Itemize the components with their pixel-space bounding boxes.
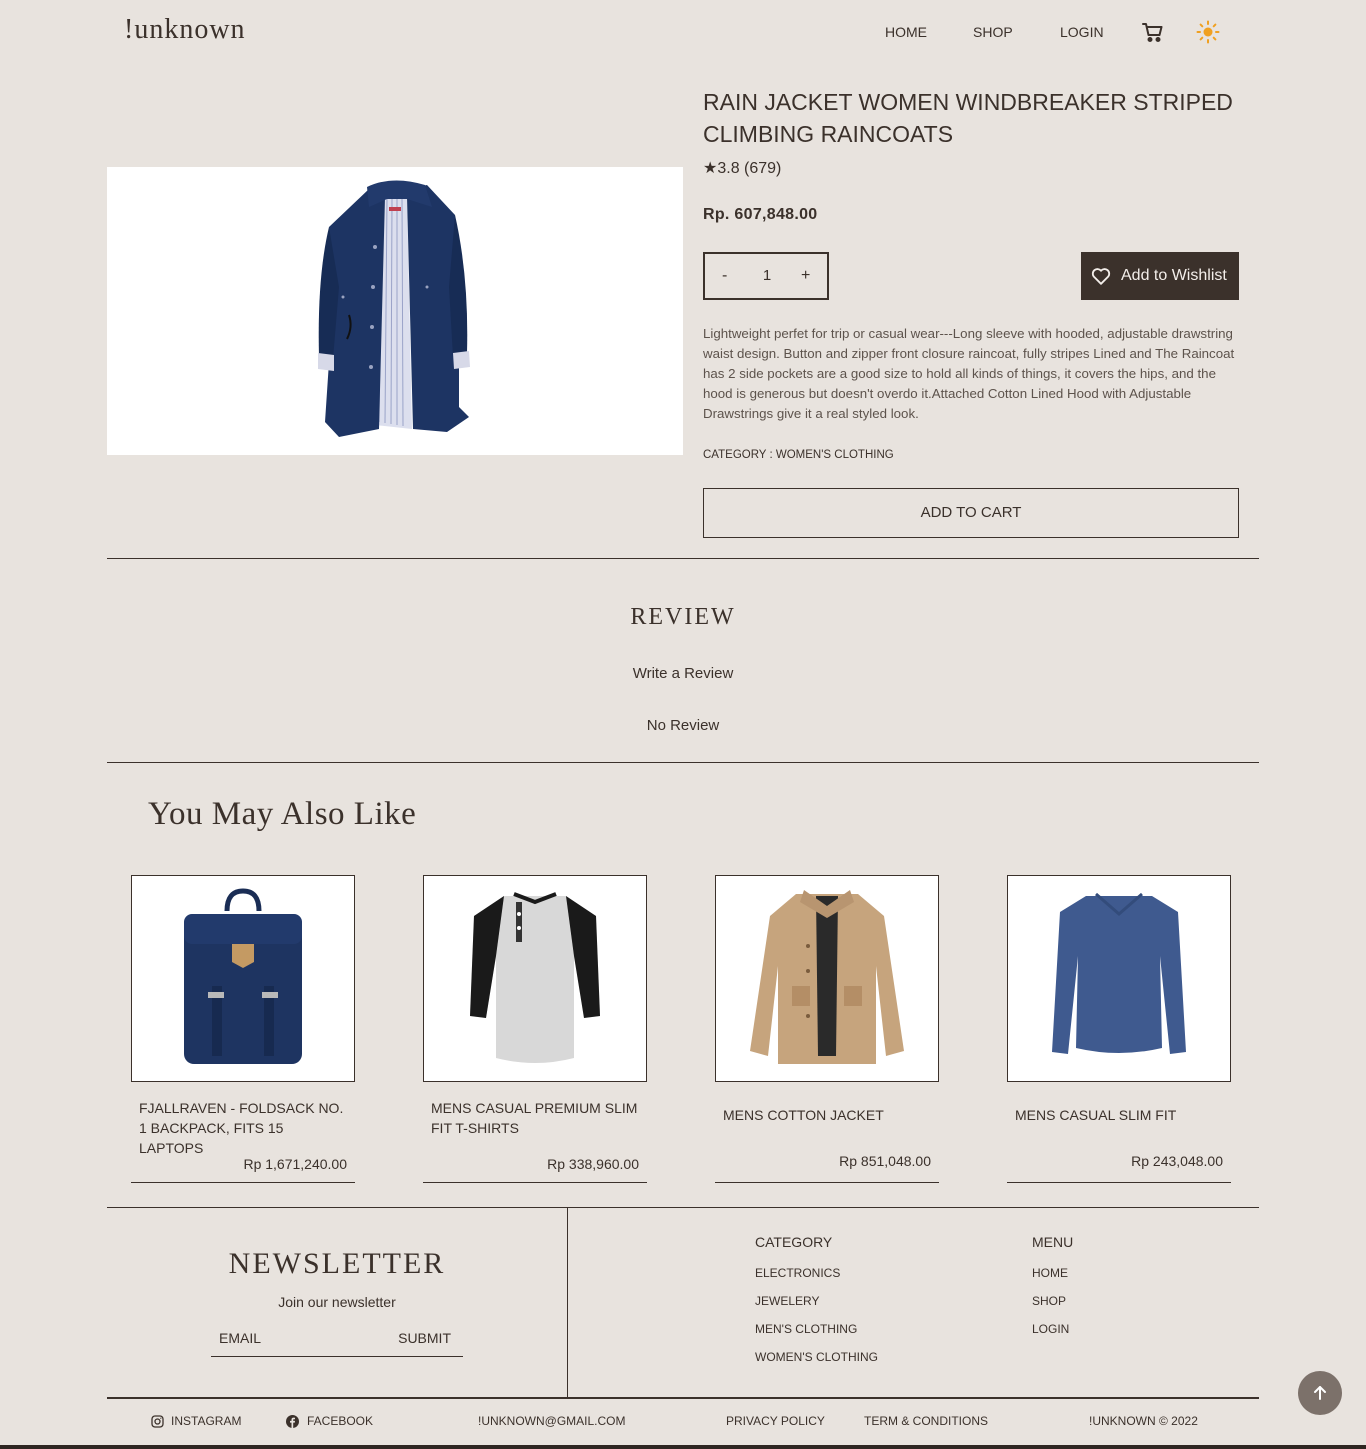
footer-link-jewelery[interactable]: JEWELERY <box>755 1294 819 1308</box>
cotton-jacket-image <box>750 890 904 1064</box>
arrow-up-icon <box>1314 1386 1326 1400</box>
footer-link-login[interactable]: LOGIN <box>1032 1322 1069 1336</box>
page-bottom-edge <box>0 1445 1366 1449</box>
product-image <box>107 167 683 455</box>
nav-login[interactable]: LOGIN <box>1060 24 1104 40</box>
newsletter-title: NEWSLETTER <box>228 1247 446 1280</box>
email-field[interactable]: EMAIL <box>219 1330 261 1346</box>
newsletter-subtitle: Join our newsletter <box>278 1294 396 1310</box>
slim-fit-shirt-image <box>1052 892 1186 1054</box>
nav-shop[interactable]: SHOP <box>973 24 1013 40</box>
raincoat-image <box>318 180 470 437</box>
newsletter-form: EMAIL SUBMIT <box>211 1324 463 1357</box>
footer-divider <box>107 1207 1259 1208</box>
footer-link-home[interactable]: HOME <box>1032 1266 1068 1280</box>
terms-link[interactable]: TERM & CONDITIONS <box>864 1414 988 1428</box>
product-card-image[interactable] <box>423 875 647 1082</box>
sun-icon[interactable] <box>1196 20 1220 44</box>
product-card-name[interactable]: MENS CASUAL PREMIUM SLIM FIT T-SHIRTS <box>431 1098 641 1138</box>
footer-category-heading: CATEGORY <box>755 1234 833 1250</box>
divider <box>107 558 1259 559</box>
product-title: RAIN JACKET WOMEN WINDBREAKER STRIPED CL… <box>703 89 1233 147</box>
divider <box>107 762 1259 763</box>
top-nav: !unknown HOME SHOP LOGIN <box>0 0 1366 64</box>
product-description: Lightweight perfet for trip or casual we… <box>703 326 1235 421</box>
footer-link-electronics[interactable]: ELECTRONICS <box>755 1266 840 1280</box>
contact-email-link[interactable]: !UNKNOWN@GMAIL.COM <box>478 1414 626 1428</box>
heart-icon <box>1090 265 1112 287</box>
scroll-to-top-button[interactable] <box>1298 1371 1342 1415</box>
product-card-image[interactable] <box>131 875 355 1082</box>
footer-link-mens-clothing[interactable]: MEN'S CLOTHING <box>755 1322 857 1336</box>
privacy-policy-link[interactable]: PRIVACY POLICY <box>726 1414 825 1428</box>
product-rating: ★3.8 (679) <box>703 160 782 177</box>
site-logo[interactable]: !unknown <box>124 14 246 46</box>
footer-link-womens-clothing[interactable]: WOMEN'S CLOTHING <box>755 1350 878 1364</box>
product-card[interactable]: MENS COTTON JACKET Rp 851,048.00 <box>715 875 939 1183</box>
product-card[interactable]: MENS CASUAL PREMIUM SLIM FIT T-SHIRTS Rp… <box>423 875 647 1183</box>
product-card[interactable]: MENS CASUAL SLIM FIT Rp 243,048.00 <box>1007 875 1231 1183</box>
product-card[interactable]: FJALLRAVEN - FOLDSACK NO. 1 BACKPACK, FI… <box>131 875 355 1183</box>
product-price: Rp. 607,848.00 <box>703 206 818 223</box>
footer-menu-heading: MENU <box>1032 1234 1074 1250</box>
facebook-link[interactable]: FACEBOOK <box>307 1414 373 1428</box>
product-card-image[interactable] <box>1007 875 1231 1082</box>
nav-home[interactable]: HOME <box>885 24 927 40</box>
review-title: REVIEW <box>630 604 736 630</box>
product-card-price: Rp 338,960.00 <box>547 1156 639 1172</box>
write-review-link[interactable]: Write a Review <box>0 665 1366 682</box>
increase-quantity-button[interactable]: + <box>801 267 810 285</box>
product-card-price: Rp 243,048.00 <box>1131 1153 1223 1169</box>
product-card-name[interactable]: FJALLRAVEN - FOLDSACK NO. 1 BACKPACK, FI… <box>139 1098 349 1158</box>
no-review-text: No Review <box>646 717 720 734</box>
product-category: CATEGORY : WOMEN'S CLOTHING <box>703 449 894 461</box>
add-to-cart-button[interactable]: ADD TO CART <box>703 488 1239 538</box>
product-card-price: Rp 1,671,240.00 <box>243 1156 347 1172</box>
product-card-price: Rp 851,048.00 <box>839 1153 931 1169</box>
add-to-wishlist-button[interactable]: Add to Wishlist <box>1081 252 1239 300</box>
backpack-image <box>184 888 302 1064</box>
related-title: You May Also Like <box>148 796 417 832</box>
cart-icon[interactable] <box>1141 20 1165 44</box>
quantity-stepper: - 1 + <box>703 252 829 300</box>
footer-bottom-bar: INSTAGRAM FACEBOOK !UNKNOWN@GMAIL.COM PR… <box>0 1398 1366 1449</box>
decrease-quantity-button[interactable]: - <box>722 267 727 285</box>
instagram-icon[interactable] <box>151 1415 164 1428</box>
tshirt-image <box>470 892 600 1063</box>
product-card-name[interactable]: MENS CASUAL SLIM FIT <box>1015 1105 1225 1125</box>
instagram-link[interactable]: INSTAGRAM <box>171 1414 241 1428</box>
footer-column-divider <box>567 1208 568 1398</box>
submit-button[interactable]: SUBMIT <box>398 1330 451 1346</box>
facebook-icon[interactable] <box>286 1415 299 1428</box>
wishlist-label: Add to Wishlist <box>1121 267 1227 284</box>
quantity-value[interactable]: 1 <box>757 267 777 284</box>
product-card-name[interactable]: MENS COTTON JACKET <box>723 1105 933 1125</box>
footer-link-shop[interactable]: SHOP <box>1032 1294 1066 1308</box>
copyright-text: !UNKNOWN © 2022 <box>1089 1414 1198 1428</box>
product-card-image[interactable] <box>715 875 939 1082</box>
